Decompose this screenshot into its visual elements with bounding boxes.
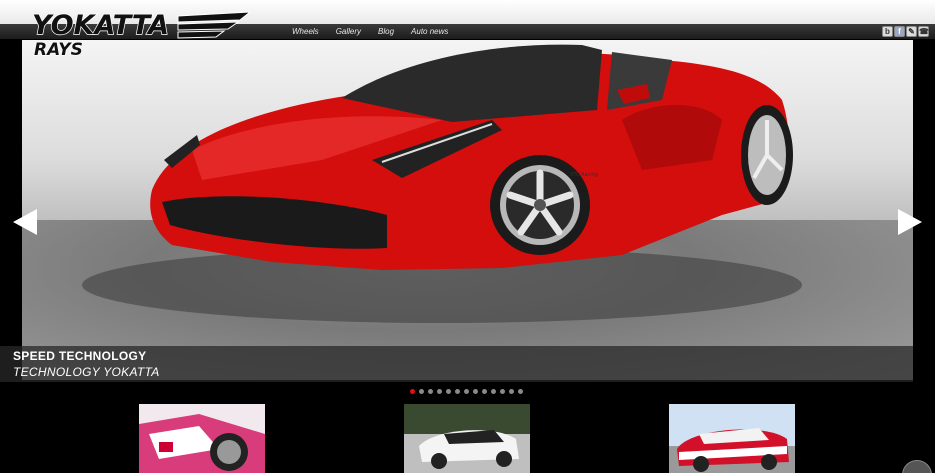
slider-dot[interactable] bbox=[419, 389, 424, 394]
slider-dot[interactable] bbox=[500, 389, 505, 394]
slider-dot[interactable] bbox=[518, 389, 523, 394]
slide-caption: SPEED TECHNOLOGY TECHNOLOGY YOKATTA bbox=[0, 346, 913, 382]
thumbnail-rally-car-image bbox=[669, 404, 795, 473]
slider-dot[interactable] bbox=[482, 389, 487, 394]
caption-subtitle: TECHNOLOGY YOKATTA bbox=[13, 365, 160, 379]
nav-item-auto-news[interactable]: Auto news bbox=[411, 26, 448, 38]
hero-car-image: XTC Racing bbox=[82, 44, 802, 323]
slider-dot[interactable] bbox=[464, 389, 469, 394]
main-nav: Wheels Gallery Blog Auto news bbox=[292, 26, 465, 38]
slider-dot[interactable] bbox=[410, 389, 415, 394]
logo-text: YOKATTA bbox=[32, 10, 169, 41]
arrow-right-icon bbox=[898, 209, 922, 235]
slider-dot[interactable] bbox=[473, 389, 478, 394]
edit-icon[interactable]: ✎ bbox=[906, 26, 917, 37]
slider-dot[interactable] bbox=[509, 389, 514, 394]
thumbnail-white-car-image bbox=[404, 404, 530, 473]
slider-dots bbox=[410, 389, 523, 394]
caption-title: SPEED TECHNOLOGY bbox=[13, 349, 147, 363]
social-links: b f ✎ ☎ bbox=[882, 26, 929, 37]
blog-icon[interactable]: b bbox=[882, 26, 893, 37]
slider-dot[interactable] bbox=[428, 389, 433, 394]
arrow-left-icon bbox=[13, 209, 37, 235]
slider-dot[interactable] bbox=[437, 389, 442, 394]
corner-badge[interactable] bbox=[902, 460, 932, 473]
prev-arrow-button[interactable] bbox=[11, 207, 39, 237]
nav-item-blog[interactable]: Blog bbox=[378, 26, 394, 38]
thumbnail-3[interactable] bbox=[669, 404, 795, 473]
slider-dot[interactable] bbox=[455, 389, 460, 394]
nav-item-gallery[interactable]: Gallery bbox=[336, 26, 361, 38]
nav-item-wheels[interactable]: Wheels bbox=[292, 26, 319, 38]
brand-logo[interactable]: YOKATTA RAYS bbox=[28, 8, 258, 61]
thumbnail-2[interactable] bbox=[404, 404, 530, 473]
thumbnail-racecar-image bbox=[139, 404, 265, 473]
skype-icon[interactable]: ☎ bbox=[918, 26, 929, 37]
slider-dot[interactable] bbox=[446, 389, 451, 394]
next-arrow-button[interactable] bbox=[896, 207, 924, 237]
wheel-brand-text: XTC Racing bbox=[570, 172, 598, 178]
hero-slider: XTC Racing bbox=[22, 40, 913, 380]
slider-dot[interactable] bbox=[491, 389, 496, 394]
facebook-icon[interactable]: f bbox=[894, 26, 905, 37]
logo-sub: RAYS bbox=[34, 40, 83, 60]
thumbnail-1[interactable] bbox=[139, 404, 265, 473]
